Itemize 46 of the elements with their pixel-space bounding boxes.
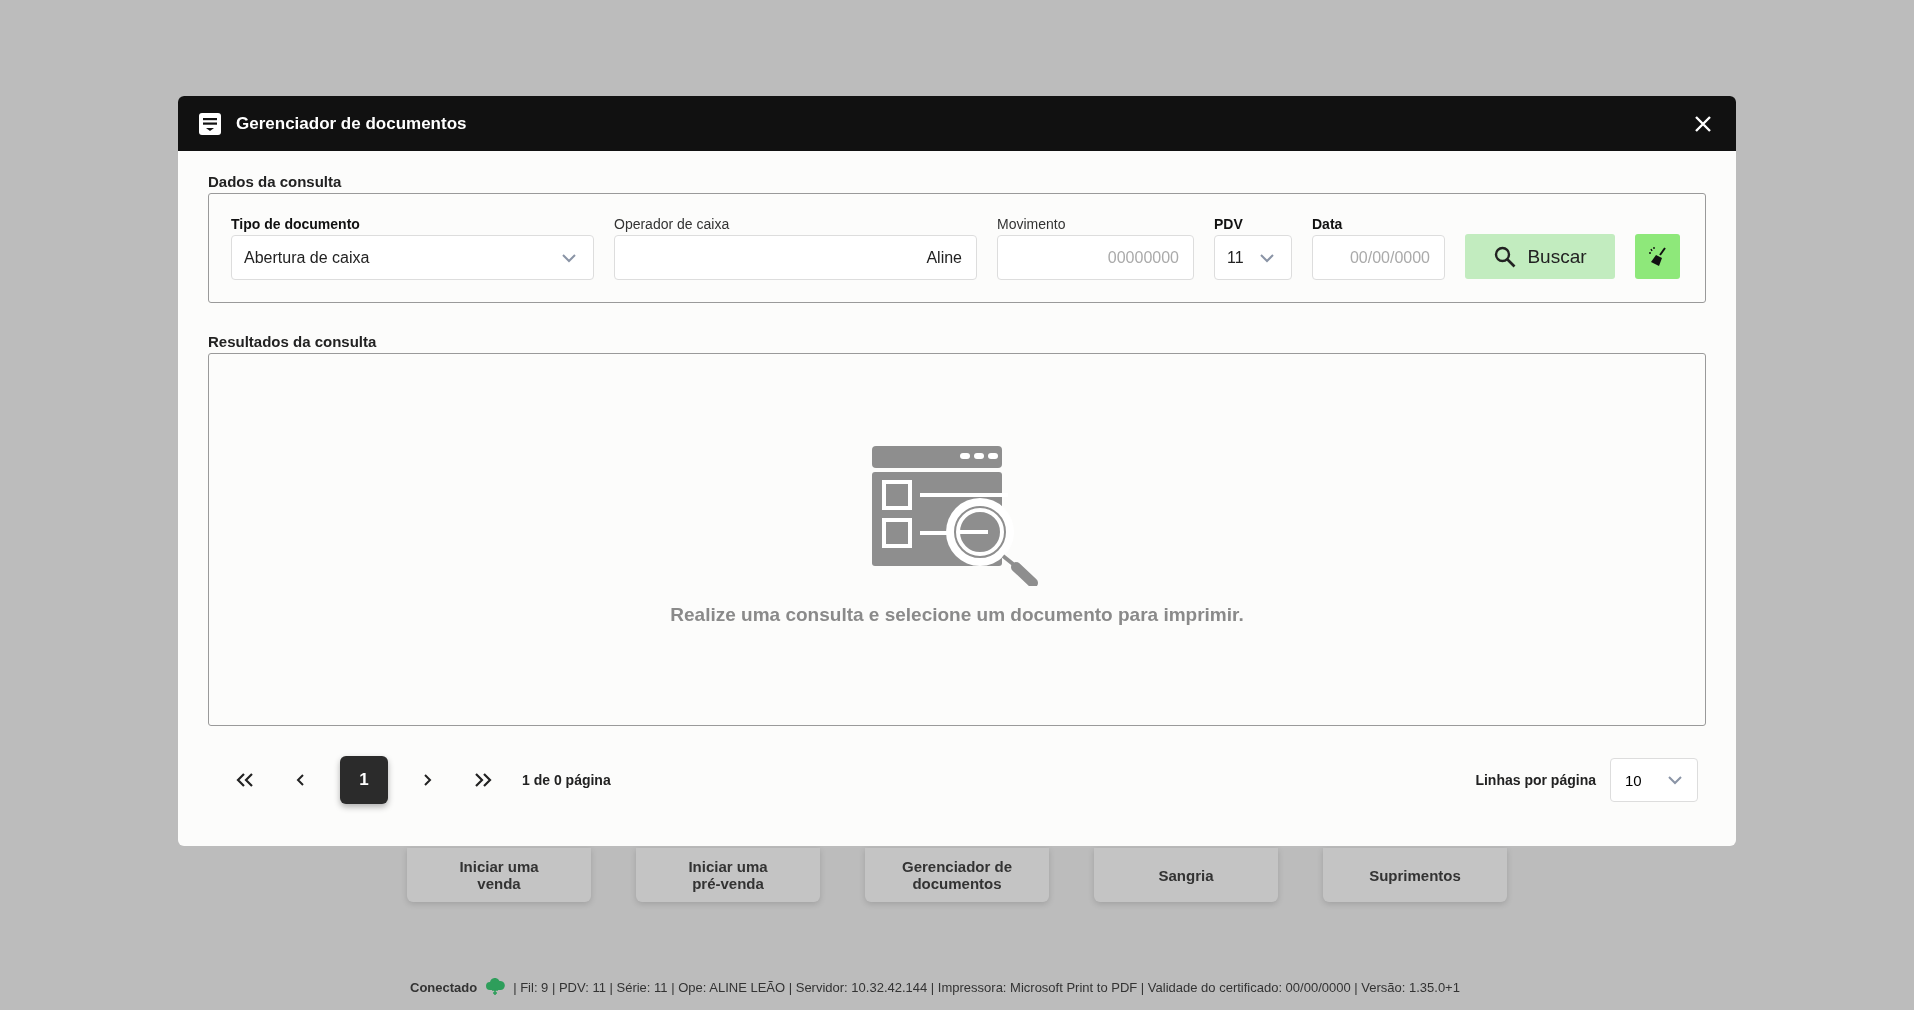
menu-tile[interactable]: Suprimentos — [1323, 848, 1507, 902]
tile-label: pré-venda — [692, 875, 764, 892]
tile-label: Iniciar uma — [459, 858, 539, 875]
input-field[interactable]: 00/00/0000 — [1312, 235, 1445, 280]
tile-label: Sangria — [1158, 866, 1214, 884]
clear-button[interactable] — [1635, 234, 1680, 279]
document-icon — [198, 111, 222, 136]
broom-icon — [1646, 245, 1669, 268]
search-icon — [1493, 244, 1518, 269]
field-label: Operador de caixa — [614, 216, 731, 232]
rows-per-page-label: Linhas por página — [1475, 772, 1596, 788]
menu-tile[interactable]: Iniciar uma venda — [407, 848, 591, 902]
double-chevron-left-icon — [235, 772, 255, 788]
tile-label: documentos — [912, 875, 1002, 892]
select-field[interactable]: 11 — [1214, 235, 1292, 280]
tile-label: Suprimentos — [1369, 866, 1461, 884]
section-title: Dados da consulta — [208, 173, 343, 190]
tile-label: Gerenciador de — [901, 858, 1012, 875]
cloud-icon — [485, 978, 506, 996]
chevron-down-icon — [1259, 252, 1275, 263]
menu-tile[interactable]: Iniciar uma pré-venda — [636, 848, 820, 902]
chevron-right-icon — [421, 772, 433, 788]
menu-tile[interactable]: Sangria — [1094, 848, 1278, 902]
section-title: Resultados da consulta — [208, 333, 378, 350]
chevron-down-icon — [1667, 775, 1683, 785]
rows-per-page-select[interactable]: 10 — [1610, 758, 1698, 802]
empty-state-message: Realize uma consulta e selecione um documento para imprimir. — [670, 604, 1244, 626]
field-label: PDV — [1214, 216, 1244, 232]
input-field[interactable]: 00000000 — [997, 235, 1194, 280]
page-summary: 1 de 0 página — [522, 772, 611, 788]
window-title: Gerenciador de documentos — [236, 113, 468, 134]
chevron-down-icon — [561, 252, 577, 263]
status-details: | Fil: 9 | PDV: 11 | Série: 11 | Ope: ALINE LEÃO | Servidor: 10.32.42.144 | Impressora: Microsoft Print to PDF | Validade do certificado: 00/00/0000 | Versão: 1.35.0+1 — [513, 979, 1460, 995]
select-field[interactable]: Abertura de caixa — [231, 235, 594, 280]
tile-label: Iniciar uma — [688, 858, 768, 875]
double-chevron-right-icon — [473, 772, 493, 788]
search-button[interactable]: Buscar — [1465, 234, 1615, 279]
field-label: Tipo de documento — [231, 216, 361, 232]
tile-label: venda — [477, 875, 521, 892]
chevron-left-icon — [295, 772, 307, 788]
input-field[interactable]: Aline — [614, 235, 977, 280]
field-label: Movimento — [997, 216, 1067, 232]
page-button[interactable]: 1 — [340, 756, 388, 804]
connection-status: Conectado — [410, 979, 478, 995]
menu-tile[interactable]: Gerenciador de documentos — [865, 848, 1049, 902]
field-label: Data — [1312, 216, 1344, 232]
